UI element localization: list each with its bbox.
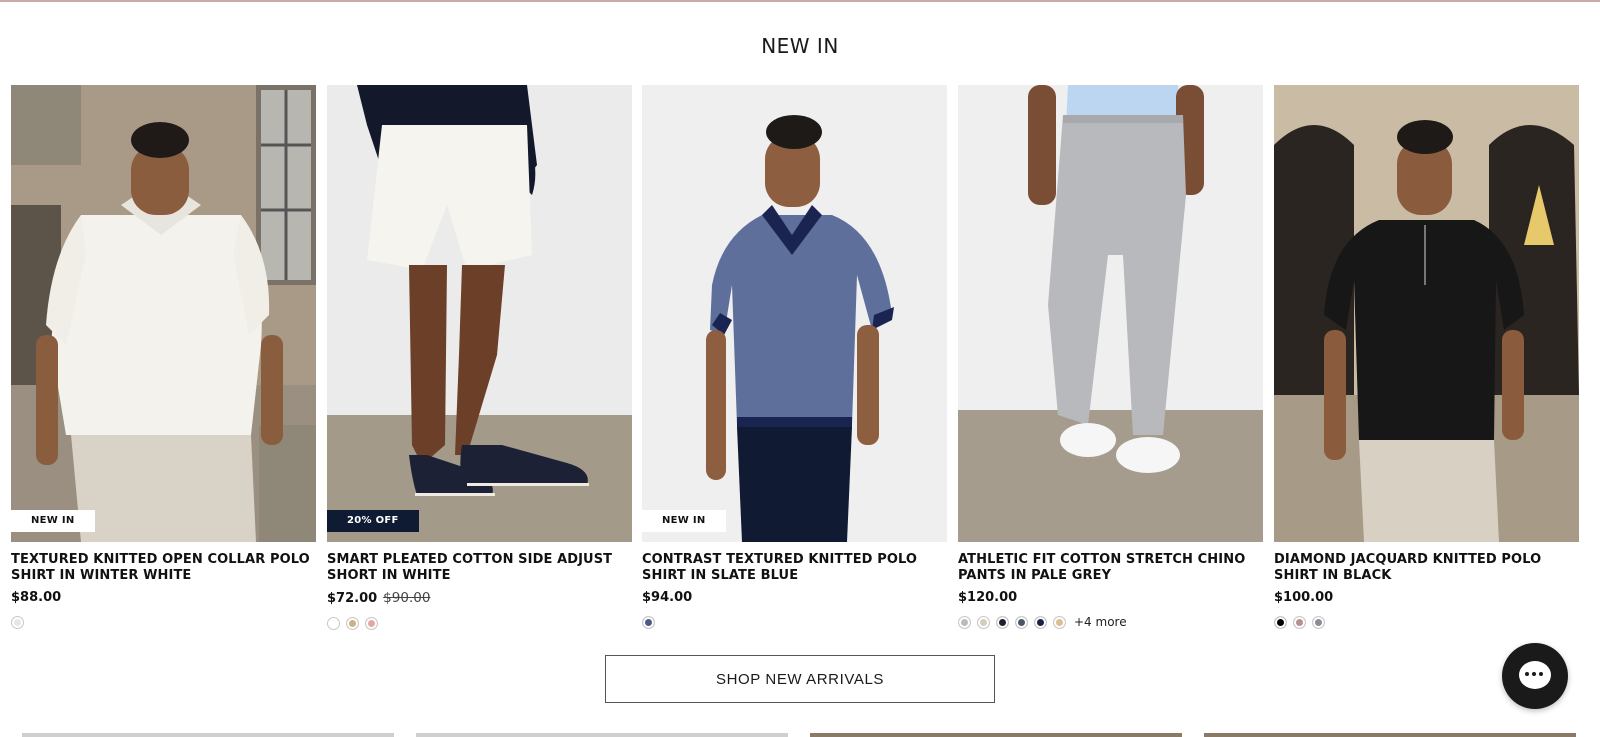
color-swatch[interactable] — [1312, 615, 1325, 629]
chat-dots — [1525, 672, 1543, 676]
color-swatches: +4 more — [958, 615, 1263, 629]
color-swatch[interactable] — [958, 615, 971, 629]
shop-new-arrivals-button[interactable]: SHOP NEW ARRIVALS — [605, 655, 995, 703]
color-swatch[interactable] — [365, 616, 378, 630]
product-badge: NEW IN — [11, 510, 95, 532]
color-swatches — [11, 615, 316, 629]
price-row: $100.00 — [1274, 590, 1579, 605]
color-swatch[interactable] — [346, 616, 359, 630]
next-row-image — [22, 733, 394, 737]
price-row: $120.00 — [958, 590, 1263, 605]
price-row: $94.00 — [642, 590, 947, 605]
chat-button[interactable] — [1502, 643, 1568, 709]
more-colors-link[interactable]: +4 more — [1074, 615, 1127, 629]
product-old-price: $90.00 — [383, 590, 431, 606]
product-card[interactable]: NEW IN CONTRAST TEXTURED KNITTED POLO SH… — [642, 85, 947, 629]
top-divider — [0, 0, 1600, 2]
product-price: $100.00 — [1274, 590, 1334, 605]
color-swatch[interactable] — [1293, 615, 1306, 629]
color-swatches — [327, 616, 632, 630]
product-card[interactable]: 20% OFF SMART PLEATED COTTON SIDE ADJUST… — [327, 85, 632, 630]
product-price: $72.00 — [327, 591, 378, 606]
next-row-image — [810, 733, 1182, 737]
product-image[interactable]: 20% OFF — [327, 85, 632, 542]
product-price: $88.00 — [11, 590, 62, 605]
price-row: $88.00 — [11, 590, 316, 605]
product-card[interactable]: ATHLETIC FIT COTTON STRETCH CHINO PANTS … — [958, 85, 1263, 629]
color-swatch[interactable] — [11, 615, 24, 629]
product-image[interactable]: NEW IN — [11, 85, 316, 542]
color-swatches — [642, 615, 947, 629]
next-row-image — [1204, 733, 1576, 737]
color-swatch[interactable] — [1274, 615, 1287, 629]
section-title: NEW IN — [761, 34, 839, 58]
product-name[interactable]: ATHLETIC FIT COTTON STRETCH CHINO PANTS … — [958, 552, 1263, 584]
product-badge: NEW IN — [642, 510, 726, 532]
color-swatch[interactable] — [1015, 615, 1028, 629]
product-card[interactable]: DIAMOND JACQUARD KNITTED POLO SHIRT IN B… — [1274, 85, 1579, 629]
product-image[interactable] — [1274, 85, 1579, 542]
product-card[interactable]: NEW IN TEXTURED KNITTED OPEN COLLAR POLO… — [11, 85, 316, 629]
product-name[interactable]: CONTRAST TEXTURED KNITTED POLO SHIRT IN … — [642, 552, 947, 584]
product-image[interactable]: NEW IN — [642, 85, 947, 542]
next-row-image — [416, 733, 788, 737]
color-swatches — [1274, 615, 1579, 629]
product-image[interactable] — [958, 85, 1263, 542]
color-swatch[interactable] — [1034, 615, 1047, 629]
color-swatch[interactable] — [996, 615, 1009, 629]
color-swatch[interactable] — [642, 615, 655, 629]
product-price: $94.00 — [642, 590, 693, 605]
product-name[interactable]: TEXTURED KNITTED OPEN COLLAR POLO SHIRT … — [11, 552, 316, 584]
product-name[interactable]: SMART PLEATED COTTON SIDE ADJUST SHORT I… — [327, 552, 632, 584]
color-swatch[interactable] — [977, 615, 990, 629]
color-swatch[interactable] — [327, 616, 340, 630]
price-row: $72.00 $90.00 — [327, 590, 632, 606]
product-price: $120.00 — [958, 590, 1018, 605]
color-swatch[interactable] — [1053, 615, 1066, 629]
product-badge: 20% OFF — [327, 510, 419, 532]
product-name[interactable]: DIAMOND JACQUARD KNITTED POLO SHIRT IN B… — [1274, 552, 1579, 584]
